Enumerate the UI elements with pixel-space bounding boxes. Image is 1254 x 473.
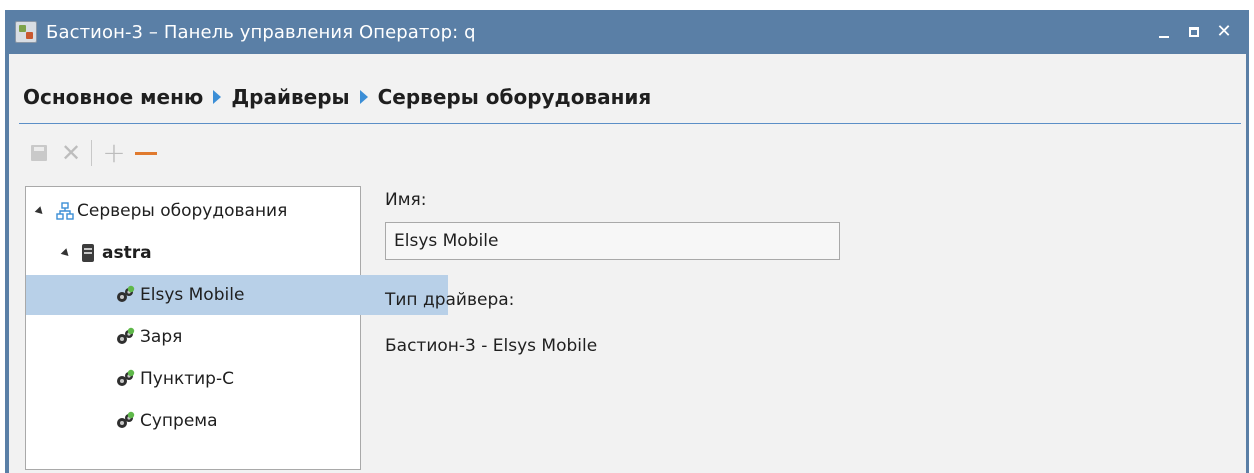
client-area: Основное меню Драйверы Серверы оборудова… (9, 54, 1246, 473)
name-input[interactable] (385, 222, 840, 260)
expand-arrow-icon[interactable] (60, 247, 72, 259)
close-icon: ✕ (1216, 21, 1232, 42)
breadcrumb-divider (19, 123, 1241, 124)
main-window: Бастион-3 – Панель управления Оператор: … (5, 10, 1249, 473)
tree-item-root[interactable]: Серверы оборудования (26, 191, 370, 231)
server-tree[interactable]: Серверы оборудования astra Elsys Mobile (25, 186, 448, 470)
tree-item-driver[interactable]: Пунктир-С (26, 359, 448, 399)
breadcrumb-separator-icon (213, 90, 222, 104)
server-icon (82, 244, 94, 262)
window-controls: ✕ (1149, 10, 1239, 54)
driver-type-label: Тип драйвера: (385, 290, 515, 310)
driver-gear-icon (117, 369, 135, 386)
save-icon (31, 145, 47, 161)
driver-gear-icon (117, 411, 135, 428)
minimize-button[interactable] (1149, 17, 1179, 47)
title-bar[interactable]: Бастион-3 – Панель управления Оператор: … (5, 10, 1249, 54)
expand-arrow-icon[interactable] (34, 205, 46, 217)
driver-gear-icon (117, 285, 135, 302)
delete-icon: ✕ (60, 139, 82, 167)
toolbar-separator (91, 140, 92, 166)
window-title: Бастион-3 – Панель управления Оператор: … (46, 21, 476, 43)
tree-item-label: astra (102, 243, 152, 263)
name-label: Имя: (385, 190, 427, 210)
app-icon (15, 21, 37, 43)
toolbar: ✕ + (25, 138, 164, 168)
driver-type-value: Бастион-3 - Elsys Mobile (385, 336, 598, 356)
remove-button[interactable] (132, 139, 160, 167)
driver-gear-icon (117, 327, 135, 344)
tree-item-driver[interactable]: Супрема (26, 401, 448, 441)
tree-item-label: Заря (140, 327, 183, 347)
remove-icon (135, 151, 157, 155)
tree-item-label: Супрема (140, 411, 218, 431)
breadcrumb-main-menu[interactable]: Основное меню (23, 85, 203, 109)
breadcrumb-drivers[interactable]: Драйверы (231, 85, 349, 109)
tree-item-server[interactable]: astra (26, 233, 396, 273)
breadcrumb-separator-icon (359, 90, 368, 104)
add-icon: + (102, 136, 126, 169)
tree-item-label: Пунктир-С (140, 369, 234, 389)
maximize-button[interactable] (1179, 17, 1209, 47)
save-button[interactable] (25, 139, 53, 167)
minimize-icon (1159, 36, 1169, 38)
tree-item-label: Серверы оборудования (77, 201, 288, 221)
breadcrumb: Основное меню Драйверы Серверы оборудова… (23, 82, 651, 112)
breadcrumb-equipment-servers: Серверы оборудования (377, 85, 652, 109)
close-button[interactable]: ✕ (1209, 17, 1239, 47)
maximize-icon (1189, 27, 1199, 37)
network-icon (56, 202, 74, 220)
add-button[interactable]: + (100, 139, 128, 167)
tree-item-label: Elsys Mobile (140, 285, 245, 305)
delete-button[interactable]: ✕ (57, 139, 85, 167)
